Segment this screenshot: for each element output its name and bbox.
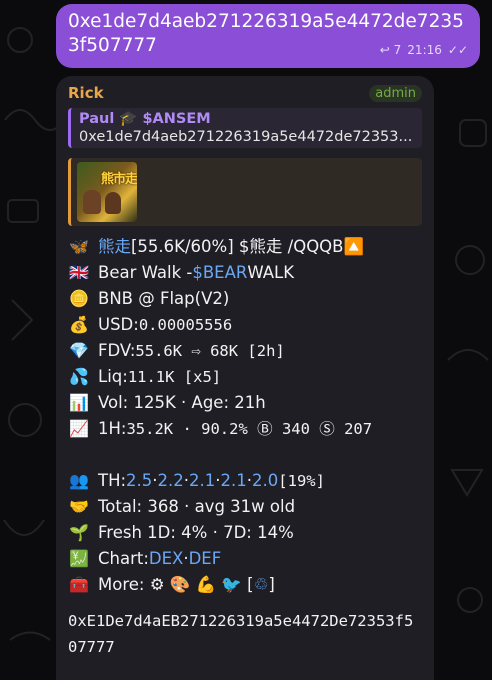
line-text: WALK [247, 263, 295, 282]
info-line [68, 442, 422, 468]
outgoing-message-bubble[interactable]: 0xe1de7d4aeb271226319a5e4472de72353f5077… [56, 4, 480, 68]
line-icon: 💎 [69, 341, 89, 360]
inline-link[interactable]: 2.2 [158, 468, 184, 494]
info-line: 💹 Chart: DEX · DEF [68, 546, 422, 572]
inline-link[interactable]: DEF [189, 546, 222, 572]
inline-link[interactable]: 2.5 [126, 468, 152, 494]
read-check-icon: ✓✓ [447, 43, 468, 57]
line-icon: 🪙 [69, 289, 89, 308]
inline-link[interactable]: 2.1 [189, 468, 215, 494]
info-line: 🧰 More: ⚙ 🎨 💪 🐦 [♲] [68, 572, 422, 598]
line-icon: 💦 [69, 367, 89, 386]
info-line: 🪙 BNB @ Flap (V2) [68, 286, 422, 312]
token-info-lines: 🦋 熊走 [55.6K/60%] $熊走 /QQQB 🔼 🇬🇧 Bear Walk -… [68, 234, 422, 598]
line-icon: 💰 [69, 315, 89, 334]
info-line: 📈 1H: 35.2K · 90.2% Ⓑ 340 Ⓢ 207 [68, 416, 422, 442]
line-text: Bear Walk - [98, 263, 193, 282]
inline-link[interactable]: DEX [149, 546, 183, 572]
message-meta: ↩ 7 21:16 ✓✓ [380, 38, 468, 62]
info-line: 💰 USD: 0.00005556 [68, 312, 422, 338]
info-line: 🌱 Fresh 1D: 4% · 7D: 14% [68, 520, 422, 546]
line-text: Fresh 1D: 4% · 7D: 14% [98, 523, 294, 542]
incoming-message-bubble[interactable]: Rick admin Paul 🎓 $ANSEM 0xe1de7d4aeb271… [56, 76, 434, 680]
inline-link[interactable]: $BEAR [192, 260, 247, 286]
line-text: USD: [98, 315, 139, 334]
line-icon: 📈 [69, 419, 89, 438]
info-line: 🦋 熊走 [55.6K/60%] $熊走 /QQQB 🔼 [68, 234, 422, 260]
line-text: 0.00005556 [138, 316, 233, 334]
line-text: 🔼 [343, 237, 365, 256]
line-icon: 💹 [69, 549, 89, 568]
sender-name[interactable]: Rick [68, 84, 104, 102]
info-line: 💎 FDV: 55.6K ⇨ 68K [2h] [68, 338, 422, 364]
info-line: 💦 Liq: 11.1K [x5] [68, 364, 422, 390]
line-icon: 🇬🇧 [69, 263, 89, 282]
info-line: 👥 TH: 2.5 · 2.2 · 2.1 · 2.1 · 2.0 [19%] [68, 468, 422, 494]
line-text: [19%] [278, 472, 325, 490]
line-text: Vol: 125K · Age: 21h [98, 393, 266, 412]
sender-row: Rick admin [68, 82, 422, 104]
line-text: [55.6K/60%] $熊走 /QQQB [131, 237, 344, 256]
line-text: 11.1K [x5] [127, 368, 222, 386]
info-line: 📊 Vol: 125K · Age: 21h [68, 390, 422, 416]
line-icon: 📊 [69, 393, 89, 412]
info-line: 🇬🇧 Bear Walk - $BEAR WALK [68, 260, 422, 286]
line-text: 1H: [98, 419, 127, 438]
line-icon: 🌱 [69, 523, 89, 542]
line-text: Chart: [98, 549, 149, 568]
line-icon: 🦋 [69, 237, 89, 256]
inline-link[interactable]: 2.0 [252, 468, 278, 494]
reply-text: 0xe1de7d4aeb271226319a5e4472de72353... [79, 129, 413, 145]
inline-link[interactable]: 熊走 [98, 234, 131, 260]
inline-link[interactable]: ♲ [254, 572, 269, 598]
replies-indicator[interactable]: ↩ 7 [380, 38, 402, 62]
line-text: 35.2K · 90.2% Ⓑ 340 Ⓢ 207 [126, 420, 373, 438]
message-time: 21:16 [407, 43, 442, 57]
line-text: BNB @ Flap [98, 289, 195, 308]
inline-link[interactable]: 2.1 [221, 468, 247, 494]
line-text: TH: [98, 471, 127, 490]
line-icon: 🧰 [69, 575, 89, 594]
bear-figure-right [105, 192, 121, 214]
line-text: More: ⚙ 🎨 💪 🐦 [ [98, 575, 254, 594]
line-text: 55.6K ⇨ 68K [2h] [135, 342, 285, 360]
line-text: Liq: [98, 367, 128, 386]
reply-count: 7 [393, 43, 402, 57]
reply-quote[interactable]: Paul 🎓 $ANSEM 0xe1de7d4aeb271226319a5e44… [68, 108, 422, 148]
line-icon: 👥 [69, 471, 89, 490]
reply-sender-name: Paul 🎓 $ANSEM [79, 111, 211, 127]
preview-thumbnail[interactable]: 熊市走 [77, 162, 137, 222]
thumbnail-text: 熊市走 [101, 172, 137, 187]
contract-address[interactable]: 0xE1De7d4aEB271226319a5e4472De72353f5077… [68, 608, 422, 660]
line-text: FDV: [98, 341, 136, 360]
reply-arrow-icon: ↩ [379, 43, 390, 57]
info-line: 🤝 Total: 368 · avg 31w old [68, 494, 422, 520]
line-text: ] [268, 575, 275, 594]
line-text: (V2) [194, 289, 230, 308]
line-icon: 🤝 [69, 497, 89, 516]
link-preview[interactable]: 熊市走 [68, 158, 422, 226]
line-text: Total: 368 · avg 31w old [98, 497, 296, 516]
bear-figure-left [83, 190, 101, 214]
admin-badge: admin [369, 84, 422, 102]
